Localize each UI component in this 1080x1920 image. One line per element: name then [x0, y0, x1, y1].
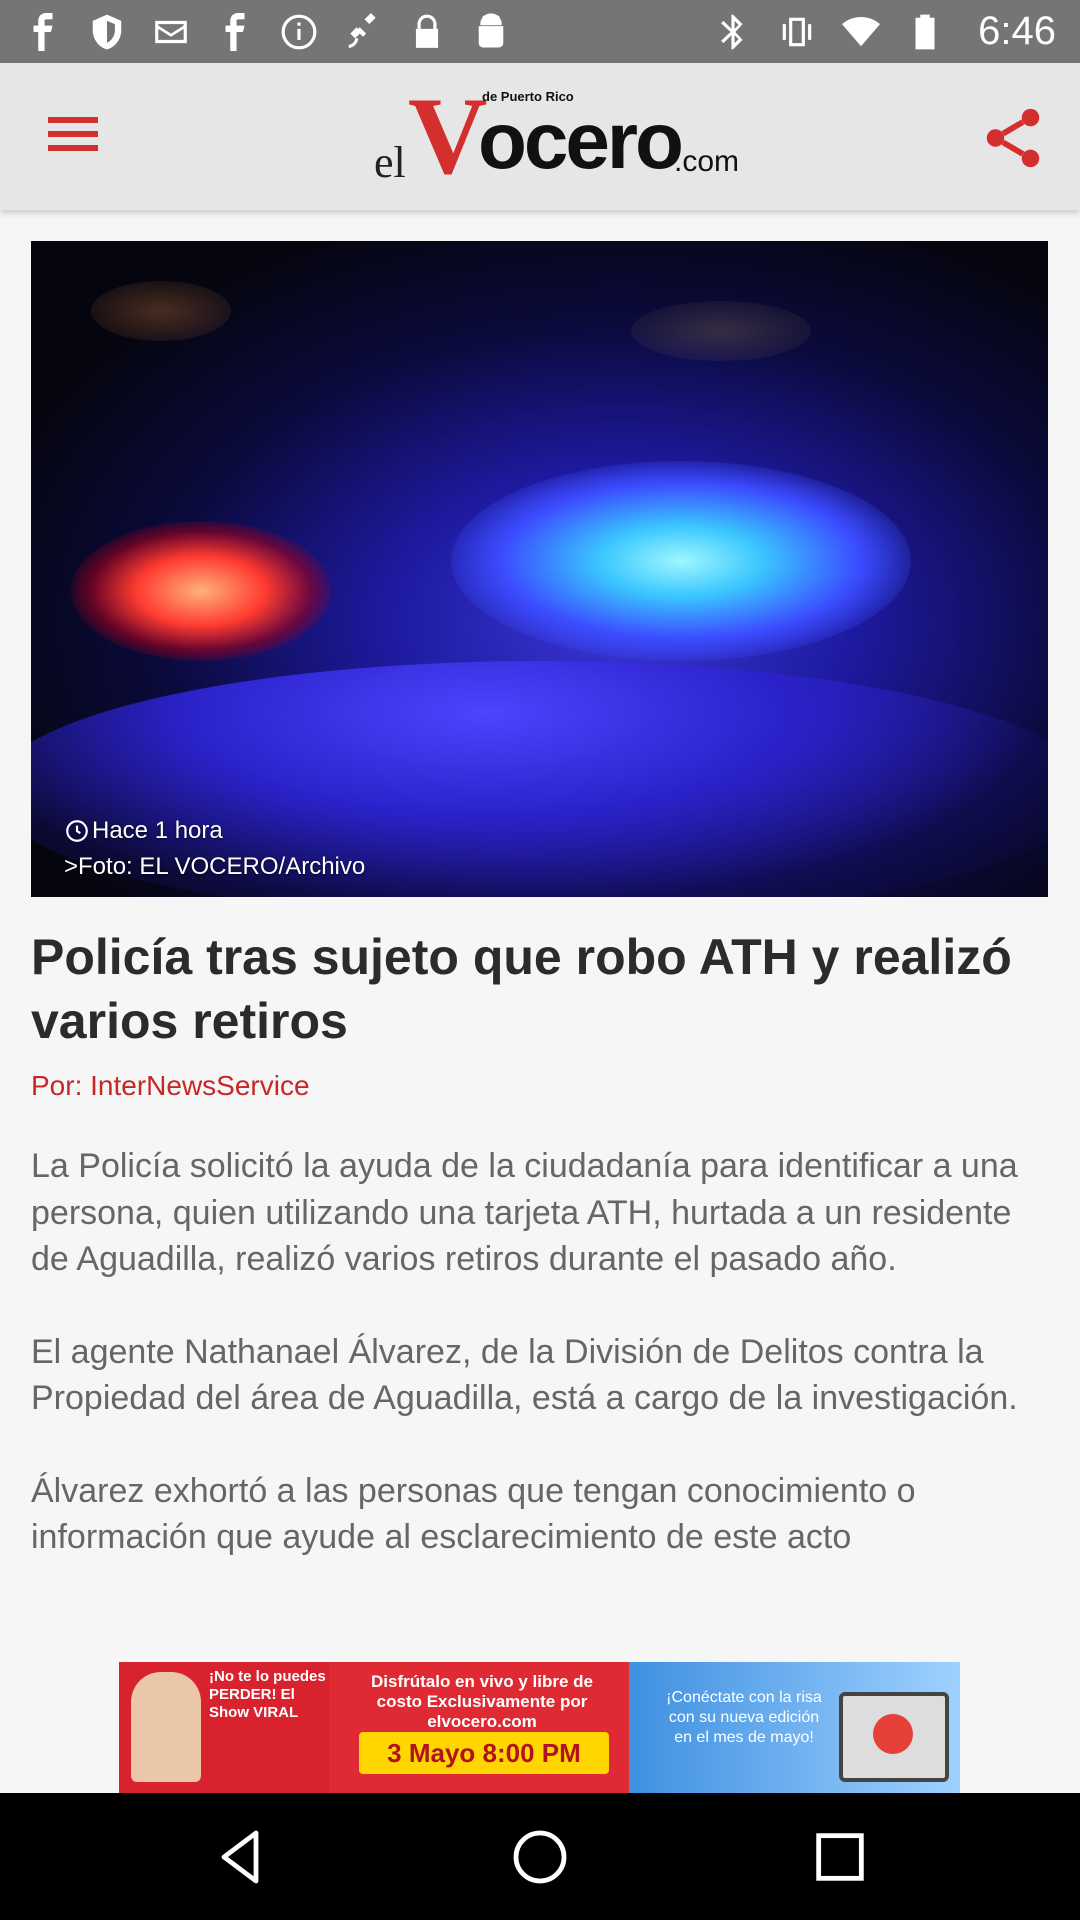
satellite-icon: [344, 12, 382, 51]
ad-left-panel: ¡No te lo puedes PERDER! El Show VIRAL: [119, 1662, 329, 1793]
info-icon: [280, 13, 318, 51]
vibrate-icon: [778, 13, 816, 51]
logo-suffix: .com: [674, 145, 740, 178]
back-button[interactable]: [200, 1817, 280, 1897]
hero-image[interactable]: Hace 1 hora >Foto: EL VOCERO/Archivo: [31, 241, 1048, 897]
hamburger-line: [48, 145, 98, 151]
ad-right-text: ¡Conéctate con la risa con su nueva edic…: [666, 1689, 822, 1746]
ad-date: 3 Mayo 8:00 PM: [359, 1732, 609, 1774]
red-police-light: [71, 521, 331, 661]
time-ago: Hace 1 hora: [92, 817, 223, 844]
facebook-icon: [24, 12, 62, 51]
logo-main: ocero: [478, 96, 684, 185]
app-bar: el V de Puerto Rico ocero .com: [0, 63, 1080, 210]
article-byline: Por: InterNewsService: [31, 1070, 310, 1101]
article-body: La Policía solicitó la ayuda de la ciuda…: [31, 1143, 1051, 1648]
screen: 6:46 el V de Puerto Rico ocero .com Hace…: [0, 0, 1080, 1920]
ad-person-image: [131, 1672, 201, 1782]
menu-button[interactable]: [40, 111, 106, 163]
article-title: Policía tras sujeto que robo ATH y reali…: [31, 929, 1012, 1049]
hamburger-icon: [48, 117, 98, 123]
navigation-bar: [0, 1793, 1080, 1920]
recents-icon: [816, 1832, 864, 1881]
android-icon: [472, 12, 510, 51]
bokeh-light: [631, 301, 811, 361]
bluetooth-icon: [714, 13, 752, 51]
system-icons: 6:46: [714, 9, 1056, 54]
article-paragraph: La Policía solicitó la ayuda de la ciuda…: [31, 1147, 1018, 1278]
ad-mid-text: Disfrútalo en vivo y libre de costo Excl…: [370, 1672, 593, 1731]
ad-banner[interactable]: ¡No te lo puedes PERDER! El Show VIRAL D…: [119, 1662, 960, 1793]
share-button[interactable]: [978, 103, 1048, 173]
mail-icon: [152, 13, 190, 51]
status-time: 6:46: [978, 9, 1056, 53]
article-paragraph: Álvarez exhortó a las personas que tenga…: [31, 1471, 916, 1557]
facebook-icon: [216, 12, 254, 51]
notification-icons: [24, 12, 510, 51]
hero-caption: Hace 1 hora >Foto: EL VOCERO/Archivo: [64, 813, 365, 885]
share-icon: [986, 108, 1040, 168]
home-icon: [513, 1830, 567, 1883]
ad-left-text: ¡No te lo puedes PERDER! El Show VIRAL: [209, 1668, 326, 1721]
timestamp-row: Hace 1 hora: [64, 813, 365, 849]
clock-icon: [66, 820, 88, 842]
elvocero-logo[interactable]: el V de Puerto Rico ocero .com: [370, 75, 739, 197]
photo-credit: >Foto: EL VOCERO/Archivo: [64, 853, 366, 880]
wifi-icon: [842, 13, 881, 51]
article-paragraph: El agente Nathanael Álvarez, de la Divis…: [31, 1332, 1018, 1418]
back-icon: [221, 1830, 259, 1883]
hamburger-line: [48, 131, 98, 137]
logo-prefix: el: [374, 138, 406, 187]
laptop-icon: [839, 1692, 949, 1782]
home-button[interactable]: [500, 1817, 580, 1897]
shield-icon: [88, 13, 126, 51]
blue-police-light: [451, 461, 911, 661]
logo-v: V: [408, 75, 488, 197]
bokeh-light: [91, 281, 231, 341]
ad-mid-panel: Disfrútalo en vivo y libre de costo Excl…: [329, 1662, 629, 1793]
recents-button[interactable]: [800, 1817, 880, 1897]
status-bar: 6:46: [0, 0, 1080, 63]
battery-icon: [906, 13, 944, 51]
lock-icon: [408, 13, 446, 51]
